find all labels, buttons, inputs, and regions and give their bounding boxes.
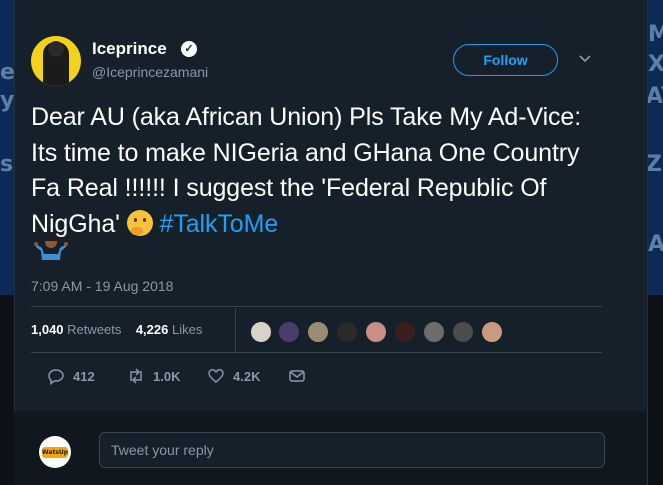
liker-avatar[interactable] [277,320,301,344]
author-name[interactable]: Iceprince [92,39,167,59]
tweet-timestamp[interactable]: 7:09 AM - 19 Aug 2018 [31,278,173,294]
retweets-label: Retweets [67,322,122,337]
heart-icon [208,369,224,383]
current-user-avatar[interactable]: WatsUp [39,436,71,468]
liker-avatar[interactable] [393,320,417,344]
liker-avatar[interactable] [451,320,475,344]
envelope-icon [289,370,305,382]
engagement-stats: 1,040 Retweets 4,226 Likes [31,322,202,337]
like-count: 4.2K [233,368,261,384]
liker-avatar[interactable] [335,320,359,344]
divider [31,306,602,307]
retweet-button[interactable]: 1.0K [127,366,180,386]
author-handle[interactable]: @Iceprincezamani [92,64,208,80]
tweet-text: Dear AU (aka African Union) Pls Take My … [31,100,601,242]
background-letter: e [0,60,15,85]
background-letter: M [648,22,663,47]
background-letter: A [648,232,663,257]
reply-count: 412 [73,368,95,384]
verified-badge-icon: ✓ [181,41,197,57]
like-button[interactable]: 4.2K [207,366,260,386]
retweet-icon [130,368,142,384]
tweet-text-body: Dear AU (aka African Union) Pls Take My … [31,103,582,238]
liker-avatar[interactable] [306,320,330,344]
follow-button[interactable]: Follow [453,44,558,76]
likes-count: 4,226 [135,322,169,337]
background-letter: X [648,52,663,77]
liker-avatar[interactable] [249,320,273,344]
stats-separator [235,308,236,352]
background-letter: AY [646,84,663,109]
avatar-head [48,41,64,57]
retweet-count: 1.0K [153,368,181,384]
person-shrugging-emoji-icon [34,236,68,260]
direct-message-button[interactable] [288,366,314,386]
liker-avatar[interactable] [422,320,446,344]
hashtag-link[interactable]: #TalkToMe [160,210,279,238]
thinking-face-emoji-icon [126,209,153,236]
liker-avatar[interactable] [364,320,388,344]
likes-stat[interactable]: 4,226 Likes [136,322,203,337]
watsup-logo: WatsUp [42,447,69,458]
background-letter: s [0,152,14,177]
background-letter: Z) [646,152,663,177]
reply-icon [48,369,64,385]
author-avatar[interactable] [31,36,81,86]
retweets-count: 1,040 [31,322,64,337]
likes-label: Likes [172,322,203,337]
chevron-down-icon[interactable] [578,52,592,66]
liker-avatar[interactable] [480,320,504,344]
background-letter: y [0,88,15,113]
reply-input[interactable]: Tweet your reply [99,432,605,468]
reply-button[interactable]: 412 [47,366,95,386]
retweets-stat[interactable]: 1,040 Retweets [31,322,121,337]
divider [31,352,602,353]
